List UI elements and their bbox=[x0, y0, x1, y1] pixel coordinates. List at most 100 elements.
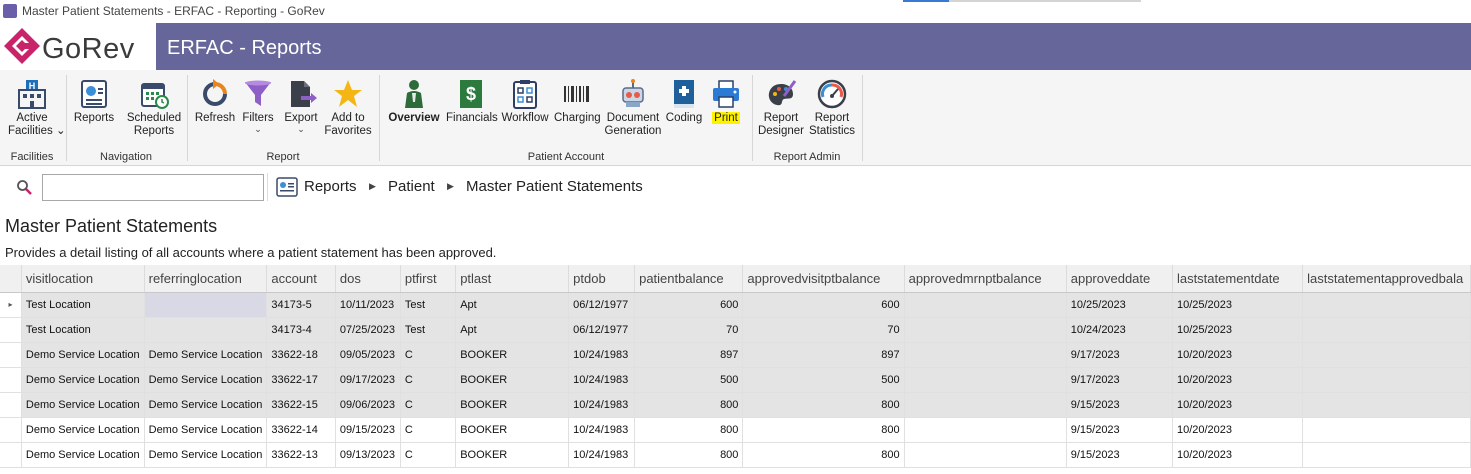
document-generation-button[interactable]: Document Generation bbox=[604, 78, 662, 138]
table-cell[interactable]: 33622-17 bbox=[266, 367, 336, 393]
table-cell[interactable]: 33622-14 bbox=[266, 417, 336, 443]
column-header[interactable]: laststatementdate bbox=[1172, 265, 1304, 293]
column-header[interactable]: visitlocation bbox=[21, 265, 145, 293]
table-cell[interactable]: 800 bbox=[742, 392, 905, 418]
table-cell[interactable]: 800 bbox=[634, 442, 744, 468]
table-cell[interactable]: 70 bbox=[634, 317, 744, 343]
table-row[interactable]: Test Location 34173-4 07/25/2023 Test Apt 06/… bbox=[0, 317, 1471, 343]
table-cell[interactable] bbox=[144, 292, 268, 318]
table-cell[interactable]: 09/05/2023 bbox=[335, 342, 401, 368]
table-cell[interactable] bbox=[904, 342, 1067, 368]
column-header[interactable]: approvedmrnptbalance bbox=[904, 265, 1067, 293]
table-cell[interactable] bbox=[1302, 392, 1471, 418]
table-cell[interactable]: Test Location bbox=[21, 292, 145, 318]
table-cell[interactable]: 10/24/2023 bbox=[1066, 317, 1173, 343]
table-row[interactable]: Demo Service Location Demo Service Locati… bbox=[0, 342, 1471, 368]
table-cell[interactable]: BOOKER bbox=[455, 392, 570, 418]
table-cell[interactable]: 33622-15 bbox=[266, 392, 336, 418]
table-cell[interactable]: C bbox=[400, 442, 457, 468]
table-cell[interactable]: 33622-18 bbox=[266, 342, 336, 368]
table-cell[interactable]: 9/15/2023 bbox=[1066, 392, 1173, 418]
table-cell[interactable]: C bbox=[400, 392, 457, 418]
table-cell[interactable] bbox=[144, 317, 268, 343]
table-row[interactable]: Demo Service Location Demo Service Locati… bbox=[0, 442, 1471, 468]
table-cell[interactable]: Demo Service Location bbox=[21, 417, 145, 443]
table-cell[interactable]: 70 bbox=[742, 317, 905, 343]
table-cell[interactable]: 09/15/2023 bbox=[335, 417, 401, 443]
table-cell[interactable]: 10/24/1983 bbox=[568, 392, 636, 418]
table-cell[interactable] bbox=[904, 442, 1067, 468]
table-cell[interactable]: 800 bbox=[634, 417, 744, 443]
table-cell[interactable]: 10/24/1983 bbox=[568, 367, 636, 393]
table-cell[interactable]: 09/13/2023 bbox=[335, 442, 401, 468]
table-cell[interactable]: BOOKER bbox=[455, 342, 570, 368]
table-cell[interactable]: 10/20/2023 bbox=[1172, 367, 1304, 393]
table-cell[interactable]: 9/17/2023 bbox=[1066, 367, 1173, 393]
table-cell[interactable]: 897 bbox=[742, 342, 905, 368]
table-cell[interactable] bbox=[904, 417, 1067, 443]
table-cell[interactable]: C bbox=[400, 417, 457, 443]
table-cell[interactable] bbox=[1302, 317, 1471, 343]
print-button[interactable]: Print bbox=[706, 78, 746, 125]
table-cell[interactable]: 09/06/2023 bbox=[335, 392, 401, 418]
table-row[interactable]: Demo Service Location Demo Service Locati… bbox=[0, 367, 1471, 393]
column-header[interactable]: ptlast bbox=[455, 265, 570, 293]
table-cell[interactable]: 10/25/2023 bbox=[1066, 292, 1173, 318]
column-header[interactable]: approvedvisitptbalance bbox=[742, 265, 905, 293]
column-header[interactable]: laststatementapprovedbala bbox=[1302, 265, 1471, 293]
column-header[interactable]: account bbox=[266, 265, 336, 293]
table-cell[interactable]: 10/11/2023 bbox=[335, 292, 401, 318]
coding-button[interactable]: Coding bbox=[664, 78, 704, 125]
table-cell[interactable]: 10/25/2023 bbox=[1172, 292, 1304, 318]
table-cell[interactable]: Test bbox=[400, 317, 457, 343]
breadcrumb-item-reports[interactable]: Reports bbox=[304, 178, 357, 195]
table-cell[interactable]: Demo Service Location bbox=[21, 342, 145, 368]
table-cell[interactable]: Demo Service Location bbox=[144, 342, 268, 368]
table-cell[interactable]: Demo Service Location bbox=[21, 367, 145, 393]
table-cell[interactable]: 600 bbox=[634, 292, 744, 318]
table-cell[interactable]: 10/20/2023 bbox=[1172, 442, 1304, 468]
column-header[interactable]: dos bbox=[335, 265, 401, 293]
table-cell[interactable]: 500 bbox=[634, 367, 744, 393]
table-cell[interactable] bbox=[1302, 417, 1471, 443]
table-cell[interactable]: Demo Service Location bbox=[144, 392, 268, 418]
table-cell[interactable]: 06/12/1977 bbox=[568, 317, 636, 343]
table-row[interactable]: ▸ Test Location 34173-5 10/11/2023 Test Apt 06… bbox=[0, 292, 1471, 318]
table-cell[interactable]: 500 bbox=[742, 367, 905, 393]
charging-button[interactable]: Charging bbox=[554, 78, 601, 125]
table-cell[interactable]: Demo Service Location bbox=[21, 442, 145, 468]
table-cell[interactable]: BOOKER bbox=[455, 417, 570, 443]
table-cell[interactable] bbox=[1302, 292, 1471, 318]
column-header[interactable]: ptdob bbox=[568, 265, 636, 293]
table-cell[interactable]: 10/24/1983 bbox=[568, 442, 636, 468]
scheduled-reports-button[interactable]: Scheduled Reports bbox=[126, 78, 182, 138]
table-cell[interactable]: 07/25/2023 bbox=[335, 317, 401, 343]
table-cell[interactable]: 9/17/2023 bbox=[1066, 342, 1173, 368]
table-cell[interactable]: 10/24/1983 bbox=[568, 417, 636, 443]
table-cell[interactable]: Demo Service Location bbox=[144, 367, 268, 393]
table-cell[interactable]: 897 bbox=[634, 342, 744, 368]
table-cell[interactable]: C bbox=[400, 342, 457, 368]
table-cell[interactable]: 10/24/1983 bbox=[568, 342, 636, 368]
table-cell[interactable]: Demo Service Location bbox=[21, 392, 145, 418]
column-header[interactable]: approveddate bbox=[1066, 265, 1173, 293]
table-cell[interactable]: 10/20/2023 bbox=[1172, 417, 1304, 443]
search-input[interactable] bbox=[42, 174, 264, 201]
table-cell[interactable]: Test bbox=[400, 292, 457, 318]
report-statistics-button[interactable]: Report Statistics bbox=[808, 78, 856, 138]
table-cell[interactable]: 9/15/2023 bbox=[1066, 417, 1173, 443]
table-cell[interactable]: Demo Service Location bbox=[144, 417, 268, 443]
table-cell[interactable]: 09/17/2023 bbox=[335, 367, 401, 393]
financials-button[interactable]: $ Financials bbox=[446, 78, 498, 125]
table-cell[interactable]: BOOKER bbox=[455, 367, 570, 393]
table-cell[interactable]: 9/15/2023 bbox=[1066, 442, 1173, 468]
add-to-favorites-button[interactable]: Add to Favorites bbox=[324, 78, 372, 138]
column-header[interactable]: referringlocation bbox=[144, 265, 268, 293]
table-cell[interactable]: 800 bbox=[742, 417, 905, 443]
column-header[interactable]: patientbalance bbox=[634, 265, 744, 293]
table-cell[interactable] bbox=[1302, 367, 1471, 393]
active-facilities-button[interactable]: H Active Facilities ⌄ bbox=[8, 78, 66, 138]
table-cell[interactable]: 10/25/2023 bbox=[1172, 317, 1304, 343]
report-designer-button[interactable]: Report Designer bbox=[757, 78, 805, 138]
table-cell[interactable]: 33622-13 bbox=[266, 442, 336, 468]
